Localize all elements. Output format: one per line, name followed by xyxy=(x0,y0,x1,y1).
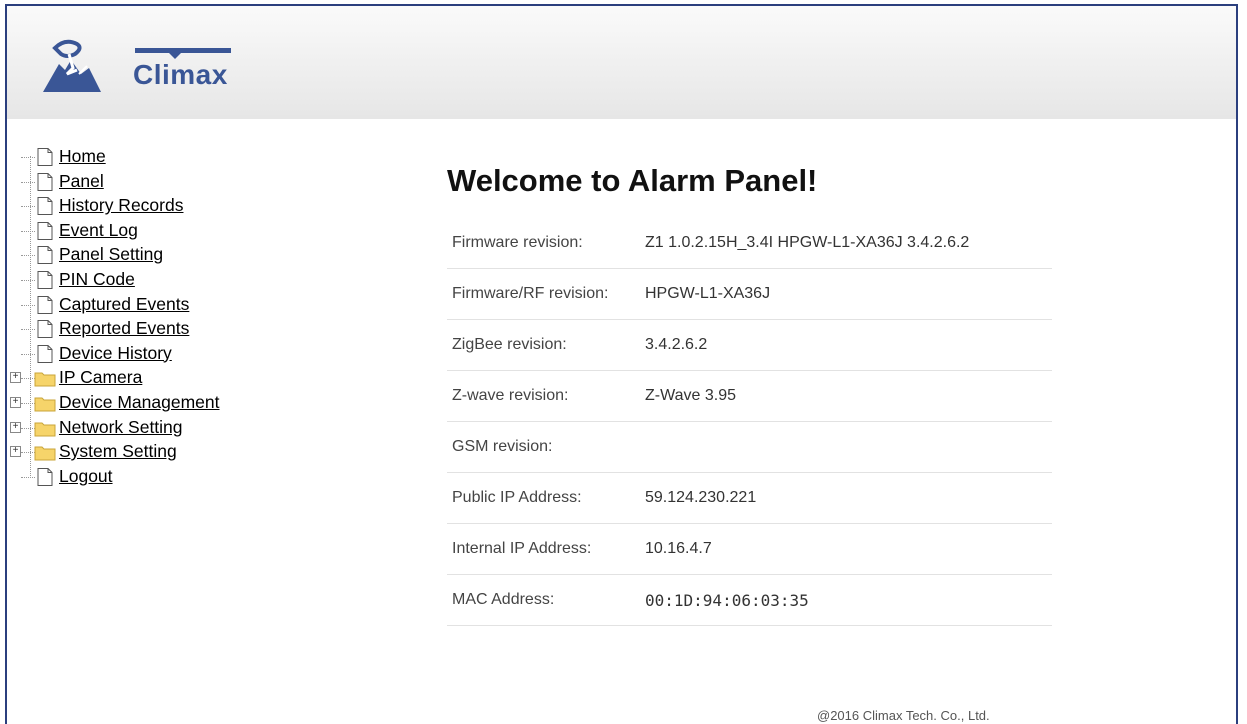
expand-icon[interactable]: + xyxy=(10,372,21,384)
sidebar-item-label[interactable]: PIN Code xyxy=(59,268,135,290)
info-row-gsm-revision: GSM revision: xyxy=(447,421,1052,473)
info-row-zigbee-revision: ZigBee revision: 3.4.2.6.2 xyxy=(447,319,1052,371)
page-icon xyxy=(34,295,56,315)
info-value: Z-Wave 3.95 xyxy=(640,370,1052,422)
info-label: ZigBee revision: xyxy=(447,319,640,371)
info-value xyxy=(640,421,1052,473)
page-icon xyxy=(34,319,56,339)
tree-branch xyxy=(21,427,35,429)
tree-branch xyxy=(21,353,35,355)
info-label: GSM revision: xyxy=(447,421,640,473)
sidebar-item-device-management[interactable]: + Device Management xyxy=(10,391,270,416)
tree-branch xyxy=(21,378,35,380)
page-icon xyxy=(34,344,56,364)
sidebar-item-label[interactable]: Device History xyxy=(59,342,172,364)
header: Climax xyxy=(7,6,1236,119)
info-label: Firmware/RF revision: xyxy=(447,268,640,320)
page-icon xyxy=(34,221,56,241)
tree-branch xyxy=(21,157,35,158)
sidebar-item-label[interactable]: Panel xyxy=(59,170,104,192)
sidebar-item-device-history[interactable]: Device History xyxy=(10,342,270,367)
tree-branch xyxy=(21,230,35,232)
folder-icon xyxy=(34,418,56,438)
info-label: Public IP Address: xyxy=(447,472,640,524)
info-row-public-ip-address: Public IP Address: 59.124.230.221 xyxy=(447,472,1052,524)
sidebar-item-captured-events[interactable]: Captured Events xyxy=(10,293,270,318)
folder-icon xyxy=(34,393,56,413)
sidebar-item-label[interactable]: Event Log xyxy=(59,219,138,241)
folder-icon xyxy=(34,442,56,462)
info-row-firmware-revision: Firmware revision: Z1 1.0.2.15H_3.4I HPGW… xyxy=(447,218,1052,269)
tree-branch xyxy=(21,402,35,404)
sidebar-item-reported-events[interactable]: Reported Events xyxy=(10,317,270,342)
info-value: 10.16.4.7 xyxy=(640,523,1052,575)
info-row-firmware-rf-revision: Firmware/RF revision: HPGW-L1-XA36J xyxy=(447,268,1052,320)
info-label: Firmware revision: xyxy=(447,218,640,269)
sidebar-item-label[interactable]: History Records xyxy=(59,194,183,216)
info-value: Z1 1.0.2.15H_3.4I HPGW-L1-XA36J 3.4.2.6.… xyxy=(640,218,1052,269)
sidebar-item-panel-setting[interactable]: Panel Setting xyxy=(10,243,270,268)
page-icon xyxy=(34,147,56,167)
tree-branch xyxy=(21,181,35,183)
logo-text: Climax xyxy=(133,59,228,90)
info-value: 3.4.2.6.2 xyxy=(640,319,1052,371)
sidebar-item-label[interactable]: Device Management xyxy=(59,391,220,413)
info-row-z-wave-revision: Z-wave revision: Z-Wave 3.95 xyxy=(447,370,1052,422)
sidebar-item-network-setting[interactable]: + Network Setting xyxy=(10,416,270,441)
page-icon xyxy=(34,196,56,216)
sidebar-item-panel[interactable]: Panel xyxy=(10,170,270,195)
info-label: Internal IP Address: xyxy=(447,523,640,575)
tree-branch xyxy=(21,476,35,478)
page-title: Welcome to Alarm Panel! xyxy=(447,163,818,198)
sidebar-item-label[interactable]: Network Setting xyxy=(59,416,183,438)
sidebar-item-label[interactable]: Captured Events xyxy=(59,293,189,315)
page-icon xyxy=(34,172,56,192)
info-row-mac-address: MAC Address: 00:1D:94:06:03:35 xyxy=(447,574,1052,626)
sidebar-item-label[interactable]: Logout xyxy=(59,465,113,487)
expand-icon[interactable]: + xyxy=(10,396,21,408)
sidebar-item-label[interactable]: Panel Setting xyxy=(59,243,163,265)
page-icon xyxy=(34,245,56,265)
sidebar-item-label[interactable]: Home xyxy=(59,145,106,167)
copyright-footer: @2016 Climax Tech. Co., Ltd. xyxy=(817,708,990,723)
climax-logo[interactable]: Climax xyxy=(41,34,241,100)
tree-branch xyxy=(21,304,35,306)
sidebar-item-label[interactable]: Reported Events xyxy=(59,317,189,339)
sidebar-item-label[interactable]: System Setting xyxy=(59,440,177,462)
sidebar-item-system-setting[interactable]: + System Setting xyxy=(10,440,270,465)
tree-branch xyxy=(21,255,35,257)
expand-icon[interactable]: + xyxy=(10,446,21,458)
sidebar-item-ip-camera[interactable]: + IP Camera xyxy=(10,366,270,391)
page-icon xyxy=(34,467,56,487)
info-label: MAC Address: xyxy=(447,574,640,626)
tree-branch xyxy=(21,329,35,331)
sidebar-item-logout[interactable]: Logout xyxy=(10,465,270,490)
page-icon xyxy=(34,270,56,290)
sidebar-item-home[interactable]: Home xyxy=(10,145,270,170)
revision-info-table: Firmware revision: Z1 1.0.2.15H_3.4I HPGW… xyxy=(447,218,1052,626)
sidebar-item-event-log[interactable]: Event Log xyxy=(10,219,270,244)
tree-branch xyxy=(21,452,35,454)
tree-branch xyxy=(21,279,35,281)
sidebar-item-pin-code[interactable]: PIN Code xyxy=(10,268,270,293)
info-row-internal-ip-address: Internal IP Address: 10.16.4.7 xyxy=(447,523,1052,575)
tree-branch xyxy=(21,206,35,208)
info-label: Z-wave revision: xyxy=(447,370,640,422)
info-value: 00:1D:94:06:03:35 xyxy=(640,574,1052,626)
info-value: 59.124.230.221 xyxy=(640,472,1052,524)
sidebar-tree: Home Panel History Records Event Log Panel S… xyxy=(10,145,270,489)
sidebar-item-label[interactable]: IP Camera xyxy=(59,366,142,388)
expand-icon[interactable]: + xyxy=(10,421,21,433)
sidebar-item-history-records[interactable]: History Records xyxy=(10,194,270,219)
info-value: HPGW-L1-XA36J xyxy=(640,268,1052,320)
folder-icon xyxy=(34,368,56,388)
